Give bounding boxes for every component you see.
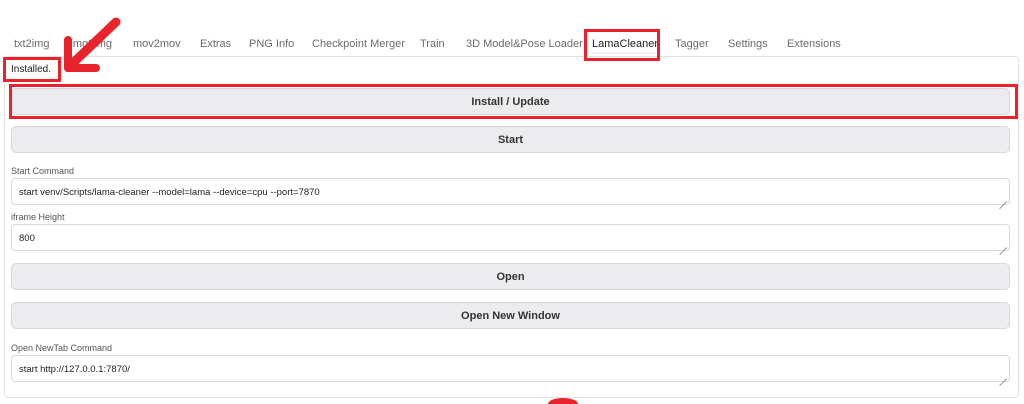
tab-extensions[interactable]: Extensions bbox=[787, 38, 841, 50]
start-command-field[interactable]: start venv/Scripts/lama-cleaner --model=… bbox=[11, 178, 1010, 205]
tab-bar: txt2img img2img mov2mov Extras PNG Info … bbox=[0, 34, 1024, 58]
lama-cleaner-page: txt2img img2img mov2mov Extras PNG Info … bbox=[0, 0, 1024, 404]
tab-highlight bbox=[584, 29, 660, 61]
install-button-highlight bbox=[9, 84, 1018, 119]
resize-handle-icon[interactable] bbox=[999, 194, 1007, 202]
tab-extras[interactable]: Extras bbox=[200, 38, 231, 50]
open-newtab-command-value: start http://127.0.0.1:7870/ bbox=[19, 364, 130, 375]
red-marker bbox=[548, 398, 578, 404]
open-newtab-command-field[interactable]: start http://127.0.0.1:7870/ bbox=[11, 355, 1010, 382]
tab-checkpoint-merger[interactable]: Checkpoint Merger bbox=[312, 38, 405, 50]
tab-png-info[interactable]: PNG Info bbox=[249, 38, 294, 50]
iframe-height-field[interactable]: 800 bbox=[11, 224, 1010, 251]
start-command-label: Start Command bbox=[11, 166, 75, 176]
open-button[interactable]: Open bbox=[11, 263, 1010, 290]
tab-txt2img[interactable]: txt2img bbox=[14, 38, 49, 50]
tab-train[interactable]: Train bbox=[420, 38, 445, 50]
open-new-window-button[interactable]: Open New Window bbox=[11, 302, 1010, 329]
tab-tagger[interactable]: Tagger bbox=[675, 38, 709, 50]
start-command-value: start venv/Scripts/lama-cleaner --model=… bbox=[19, 187, 320, 198]
arrow-pointer-icon bbox=[64, 17, 121, 72]
status-highlight bbox=[3, 57, 61, 82]
iframe-height-label: iframe Height bbox=[11, 212, 65, 222]
open-newtab-command-label: Open NewTab Command bbox=[11, 343, 113, 353]
resize-handle-icon[interactable] bbox=[999, 371, 1007, 379]
tab-mov2mov[interactable]: mov2mov bbox=[133, 38, 181, 50]
iframe-height-value: 800 bbox=[19, 233, 35, 244]
start-button[interactable]: Start bbox=[11, 126, 1010, 153]
tab-3d-model-pose-loader[interactable]: 3D Model&Pose Loader bbox=[466, 38, 583, 50]
tab-settings[interactable]: Settings bbox=[728, 38, 768, 50]
resize-handle-icon[interactable] bbox=[999, 240, 1007, 248]
